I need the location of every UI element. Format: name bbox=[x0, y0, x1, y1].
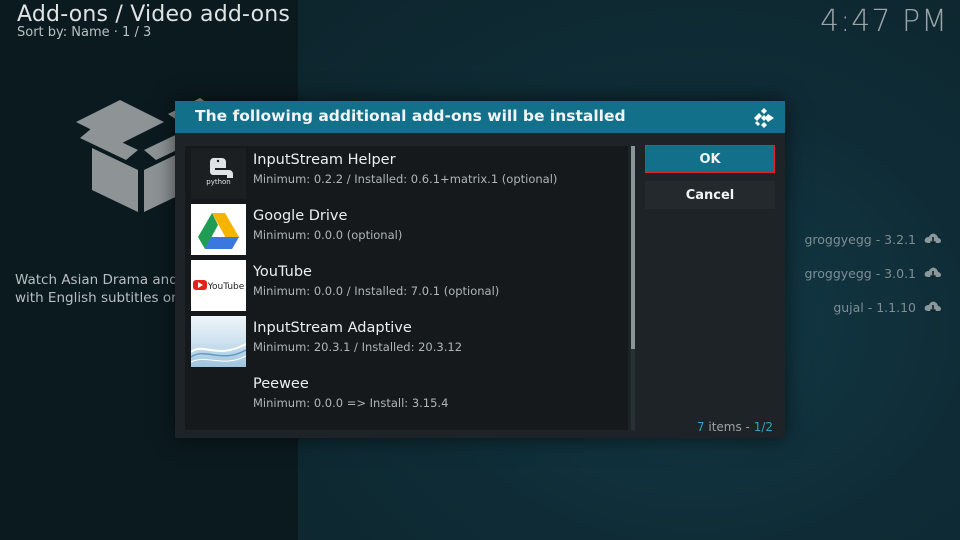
description-line: Watch Asian Drama and bbox=[15, 272, 175, 288]
python-logo-icon: python bbox=[206, 157, 233, 186]
list-scrollbar[interactable] bbox=[631, 146, 635, 430]
clock: 4:47 PM bbox=[820, 4, 948, 39]
description-line: with English subtitles on bbox=[15, 290, 175, 306]
dialog-header: The following additional add-ons will be… bbox=[175, 101, 785, 133]
google-drive-thumbnail bbox=[191, 204, 246, 255]
thumbnail-text: python bbox=[206, 178, 231, 186]
scrollbar-thumb[interactable] bbox=[631, 146, 635, 349]
wave-icon bbox=[191, 343, 246, 363]
item-title: Google Drive bbox=[253, 208, 348, 224]
page-indicator: 1/2 bbox=[753, 420, 773, 434]
addon-list: python InputStream Helper Minimum: 0.2.2… bbox=[185, 146, 628, 430]
dialog-title: The following additional add-ons will be… bbox=[195, 107, 626, 125]
version-label: groggyegg - 3.2.1 bbox=[804, 231, 916, 247]
ok-button[interactable]: OK bbox=[645, 145, 775, 173]
item-title: YouTube bbox=[253, 264, 312, 280]
python-thumbnail: python bbox=[191, 148, 246, 199]
item-subtitle: Minimum: 0.0.0 / Installed: 7.0.1 (optio… bbox=[253, 284, 500, 298]
item-count-number: 7 bbox=[696, 420, 705, 434]
page-title: Add-ons / Video add-ons bbox=[17, 2, 291, 27]
thumbnail-text: YouTube bbox=[207, 282, 245, 292]
item-subtitle: Minimum: 20.3.1 / Installed: 20.3.12 bbox=[253, 340, 463, 354]
install-dependencies-dialog: The following additional add-ons will be… bbox=[175, 101, 785, 438]
item-count-label: items - bbox=[704, 420, 754, 434]
item-count: 7 items - 1/2 bbox=[697, 420, 773, 434]
list-item[interactable]: Google Drive Minimum: 0.0.0 (optional) bbox=[191, 204, 621, 256]
cancel-button[interactable]: Cancel bbox=[645, 181, 775, 209]
version-label: gujal - 1.1.10 bbox=[833, 299, 916, 315]
cloud-download-icon bbox=[924, 301, 941, 314]
list-item[interactable]: YouTube YouTube Minimum: 0.0.0 / Install… bbox=[191, 260, 621, 312]
list-item[interactable]: Peewee Minimum: 0.0.0 => Install: 3.15.4 bbox=[191, 372, 621, 424]
item-title: InputStream Helper bbox=[253, 152, 396, 168]
list-item[interactable]: InputStream Adaptive Minimum: 20.3.1 / I… bbox=[191, 316, 621, 368]
youtube-thumbnail: YouTube bbox=[191, 260, 246, 311]
item-subtitle: Minimum: 0.0.0 (optional) bbox=[253, 228, 403, 242]
addon-description: Watch Asian Drama and with English subti… bbox=[15, 271, 175, 307]
google-drive-icon bbox=[198, 213, 239, 249]
sort-indicator[interactable]: Sort by: Name · 1 / 3 bbox=[17, 25, 151, 40]
item-title: InputStream Adaptive bbox=[253, 320, 412, 336]
youtube-logo-icon: YouTube bbox=[193, 280, 245, 292]
cloud-download-icon bbox=[924, 267, 941, 280]
item-subtitle: Minimum: 0.2.2 / Installed: 0.6.1+matrix… bbox=[253, 172, 558, 186]
cloud-download-icon bbox=[924, 233, 941, 246]
kodi-logo-icon bbox=[754, 108, 774, 128]
list-item[interactable]: python InputStream Helper Minimum: 0.2.2… bbox=[191, 148, 621, 200]
version-label: groggyegg - 3.0.1 bbox=[804, 265, 916, 281]
inputstream-adaptive-thumbnail bbox=[191, 316, 246, 367]
item-subtitle: Minimum: 0.0.0 => Install: 3.15.4 bbox=[253, 396, 449, 410]
item-title: Peewee bbox=[253, 376, 309, 392]
